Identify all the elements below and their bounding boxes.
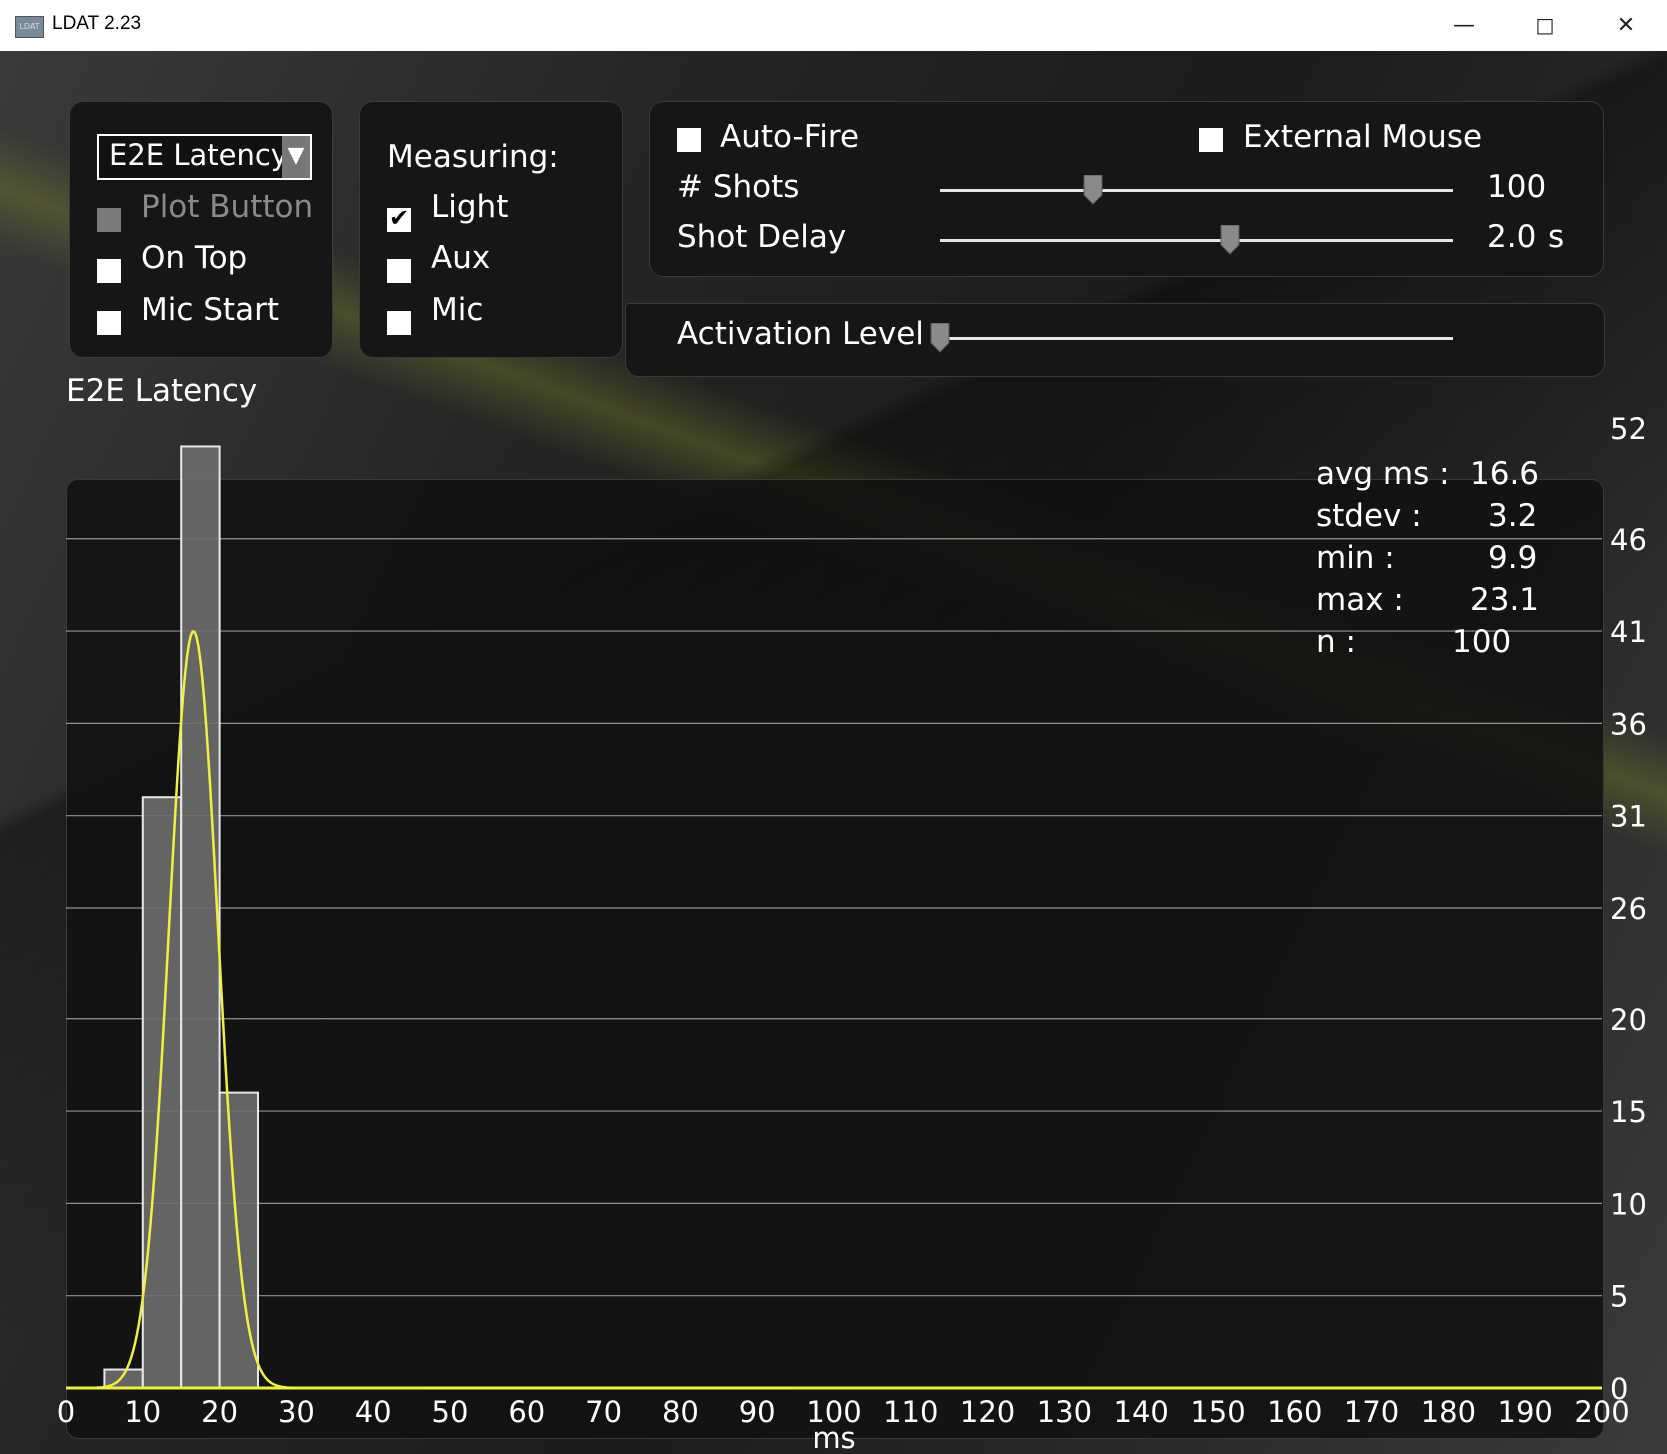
stat-n-label: n : — [1316, 624, 1356, 660]
client-area: E2E Latency ▼ Plot Button On Top Mic Sta… — [0, 51, 1667, 1454]
plot-button-label: Plot Button — [141, 189, 314, 225]
shot-delay-label: Shot Delay — [677, 219, 847, 255]
shot-delay-value: 2.0 — [1487, 219, 1537, 255]
mic-start-checkbox[interactable] — [97, 311, 121, 335]
stat-min-label: min : — [1316, 540, 1395, 576]
on-top-checkbox[interactable] — [97, 259, 121, 283]
maximize-icon[interactable]: □ — [1505, 0, 1585, 51]
ldat-app-icon: LDAT — [15, 16, 44, 38]
light-label[interactable]: Light — [431, 189, 508, 225]
app-window: LDAT LDAT 2.23 — □ ✕ E2E Latency ▼ Plot … — [0, 0, 1667, 1454]
measuring-heading: Measuring: — [387, 139, 559, 175]
close-icon[interactable]: ✕ — [1586, 0, 1666, 51]
y-tick-label: 31 — [1610, 800, 1647, 834]
y-tick-label: 36 — [1610, 707, 1647, 741]
window-title: LDAT 2.23 — [52, 13, 142, 34]
mic-checkbox[interactable] — [387, 311, 411, 335]
y-tick-label: 41 — [1610, 615, 1647, 649]
external-mouse-checkbox[interactable] — [1199, 128, 1223, 152]
shots-slider-thumb[interactable] — [1082, 175, 1104, 205]
shots-label: # Shots — [677, 169, 800, 205]
y-tick-label: 46 — [1610, 523, 1647, 557]
y-tick-label: 5 — [1610, 1280, 1628, 1314]
mic-label[interactable]: Mic — [431, 292, 483, 328]
light-checkbox[interactable]: ✔ — [387, 204, 411, 232]
external-mouse-label[interactable]: External Mouse — [1243, 119, 1482, 155]
mic-start-label[interactable]: Mic Start — [141, 292, 279, 328]
checkmark-icon: ✔ — [388, 204, 410, 232]
y-tick-label: 0 — [1610, 1372, 1628, 1406]
stat-avg-value: 16.6 — [1470, 456, 1540, 492]
shot-delay-unit: s — [1548, 219, 1565, 255]
aux-label[interactable]: Aux — [431, 240, 490, 276]
aux-checkbox[interactable] — [387, 259, 411, 283]
auto-fire-label[interactable]: Auto-Fire — [720, 119, 859, 155]
shot-delay-slider-thumb[interactable] — [1219, 225, 1241, 255]
chart-frame — [66, 479, 1604, 1439]
activation-slider-track[interactable] — [940, 337, 1453, 340]
measurement-mode-dropdown[interactable]: E2E Latency ▼ — [97, 134, 312, 180]
dropdown-value: E2E Latency — [109, 138, 288, 172]
chevron-down-icon[interactable]: ▼ — [282, 136, 310, 178]
stat-n-value: 100 — [1452, 624, 1512, 660]
title-bar: LDAT LDAT 2.23 — □ ✕ — [0, 0, 1667, 51]
stat-stdev-value: 3.2 — [1488, 498, 1538, 534]
minimize-icon[interactable]: — — [1424, 0, 1504, 51]
stat-min-value: 9.9 — [1488, 540, 1538, 576]
stat-stdev-label: stdev : — [1316, 498, 1422, 534]
shots-value: 100 — [1487, 169, 1547, 205]
shots-slider-track[interactable] — [940, 189, 1453, 192]
shot-delay-slider-track[interactable] — [940, 239, 1453, 242]
auto-fire-checkbox[interactable] — [677, 128, 701, 152]
stat-avg-label: avg ms : — [1316, 456, 1450, 492]
y-tick-label: 52 — [1610, 412, 1647, 446]
y-tick-label: 26 — [1610, 892, 1647, 926]
on-top-label[interactable]: On Top — [141, 240, 247, 276]
activation-slider-thumb[interactable] — [929, 323, 951, 353]
activation-level-label: Activation Level — [677, 316, 924, 352]
plot-button-checkbox — [97, 208, 121, 232]
chart-title: E2E Latency — [66, 373, 258, 409]
stat-max-label: max : — [1316, 582, 1404, 618]
stat-max-value: 23.1 — [1470, 582, 1540, 618]
y-tick-label: 15 — [1610, 1095, 1647, 1129]
y-tick-label: 10 — [1610, 1187, 1647, 1221]
y-tick-label: 20 — [1610, 1003, 1647, 1037]
